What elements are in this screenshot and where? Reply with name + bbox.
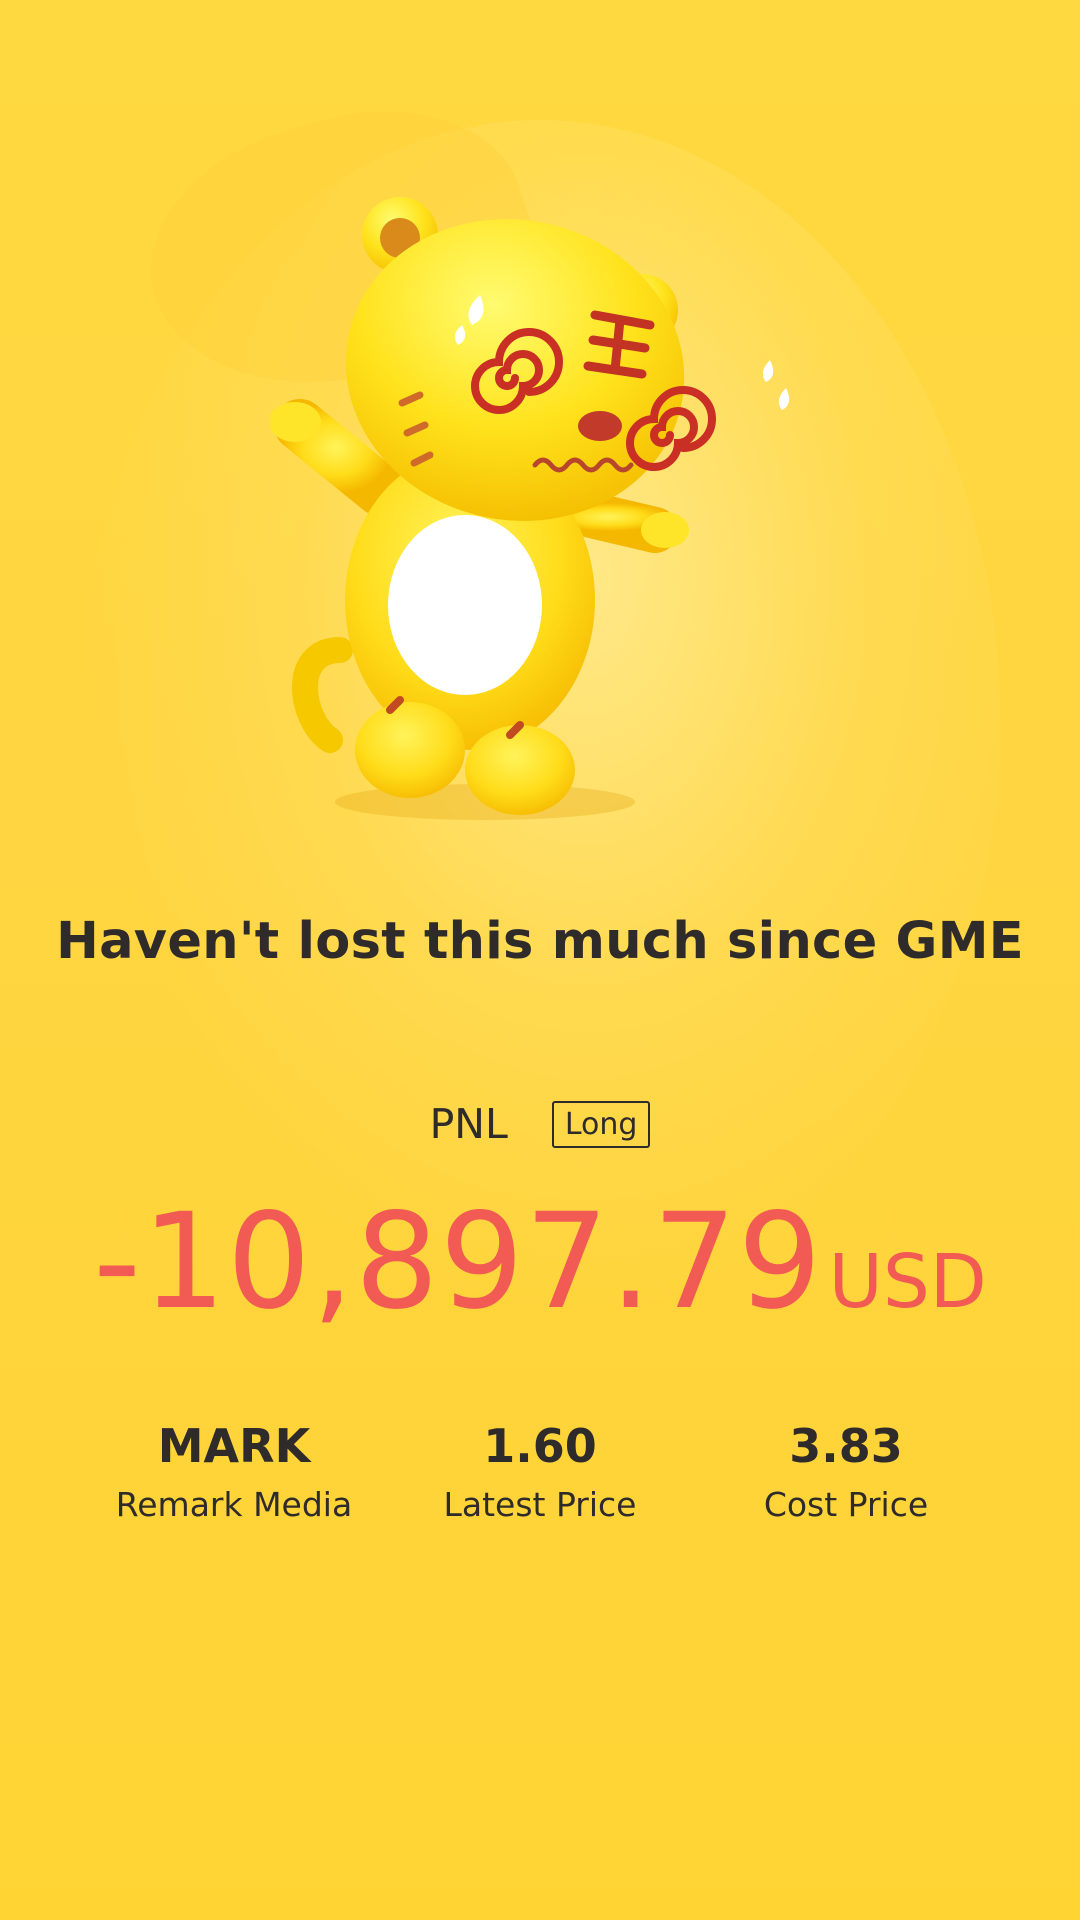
latest-price-label: Latest Price [443, 1485, 637, 1524]
pnl-header: PNL Long [0, 1100, 1080, 1148]
pnl-label: PNL [429, 1100, 508, 1148]
pnl-currency: USD [828, 1239, 987, 1325]
pnl-value: -10,897.79 [93, 1185, 823, 1339]
latest-price-value: 1.60 [483, 1419, 597, 1473]
cost-price-value: 3.83 [789, 1419, 903, 1473]
dizzy-tiger-mascot-icon [270, 197, 790, 820]
cost-price-label: Cost Price [763, 1485, 929, 1524]
stat-cost-price: 3.83 Cost Price [696, 1415, 996, 1524]
ticker-symbol: MARK [157, 1419, 311, 1473]
position-direction-badge: Long [551, 1100, 651, 1148]
stat-latest-price: 1.60 Latest Price [390, 1415, 690, 1524]
pnl-amount: -10,897.79USD [0, 1185, 1080, 1339]
company-name: Remark Media [115, 1485, 353, 1524]
stat-ticker: MARK Remark Media [84, 1415, 384, 1524]
headline: Haven't lost this much since GME [56, 912, 1024, 971]
